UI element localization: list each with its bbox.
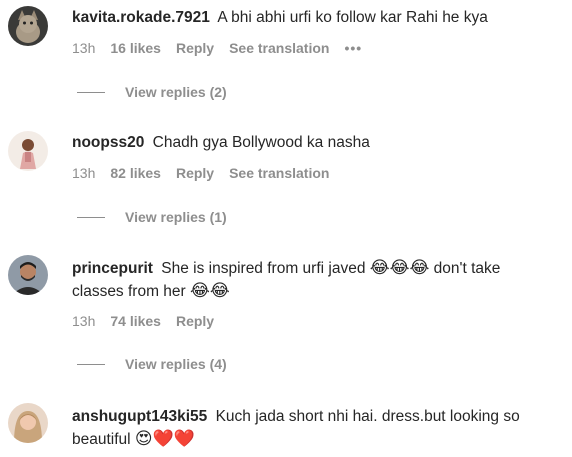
laughing-emoji-icon: 😂😂😂 xyxy=(369,258,430,278)
divider-line xyxy=(77,216,105,218)
view-replies-button[interactable]: View replies (1) xyxy=(77,209,227,225)
divider-line xyxy=(77,363,105,365)
comment-username[interactable]: princepurit xyxy=(72,260,153,277)
comment-username[interactable]: noopss20 xyxy=(72,134,144,151)
laughing-emoji-icon: 😂😂 xyxy=(190,281,230,301)
more-options-icon[interactable]: ••• xyxy=(344,40,362,56)
view-replies-button[interactable]: View replies (4) xyxy=(77,356,227,372)
comment-meta: 13h 16 likes Reply See translation ••• xyxy=(72,40,377,56)
likes-count[interactable]: 82 likes xyxy=(110,165,161,181)
reply-button[interactable]: Reply xyxy=(176,40,214,56)
woman-avatar-icon[interactable] xyxy=(8,403,48,443)
reply-button[interactable]: Reply xyxy=(176,313,214,329)
comment-meta: 13h 74 likes Reply xyxy=(72,313,229,329)
view-replies-button[interactable]: View replies (2) xyxy=(77,84,227,100)
view-replies-label: View replies (4) xyxy=(125,356,227,372)
comment-time: 13h xyxy=(72,40,96,56)
comment-body: A bhi abhi urfi ko follow kar Rahi he ky… xyxy=(217,9,488,26)
divider-line xyxy=(77,91,105,93)
view-replies-label: View replies (1) xyxy=(125,209,227,225)
comment-text: kavita.rokade.7921 A bhi abhi urfi ko fo… xyxy=(72,6,552,29)
comment-meta: 13h 82 likes Reply See translation xyxy=(72,165,344,181)
comment-text: anshugupt143ki55 Kuch jada short nhi hai… xyxy=(72,405,552,451)
comment-username[interactable]: anshugupt143ki55 xyxy=(72,408,207,425)
comment-username[interactable]: kavita.rokade.7921 xyxy=(72,9,210,26)
reply-button[interactable]: Reply xyxy=(176,165,214,181)
likes-count[interactable]: 16 likes xyxy=(110,40,161,56)
comment-time: 13h xyxy=(72,165,96,181)
likes-count[interactable]: 74 likes xyxy=(110,313,161,329)
comment-body: She is inspired from urfi javed xyxy=(161,260,366,277)
man-avatar-icon[interactable] xyxy=(8,255,48,295)
view-replies-label: View replies (2) xyxy=(125,84,227,100)
comment-body: Chadh gya Bollywood ka nasha xyxy=(152,134,370,151)
heart-eyes-emoji-icon: 😍❤️❤️ xyxy=(134,429,195,449)
comment-text: noopss20 Chadh gya Bollywood ka nasha xyxy=(72,131,552,154)
see-translation-button[interactable]: See translation xyxy=(229,40,329,56)
person-avatar-icon[interactable] xyxy=(8,131,48,171)
comment-time: 13h xyxy=(72,313,96,329)
comment-text: princepurit She is inspired from urfi ja… xyxy=(72,257,552,303)
see-translation-button[interactable]: See translation xyxy=(229,165,329,181)
cat-avatar-icon[interactable] xyxy=(8,6,48,46)
